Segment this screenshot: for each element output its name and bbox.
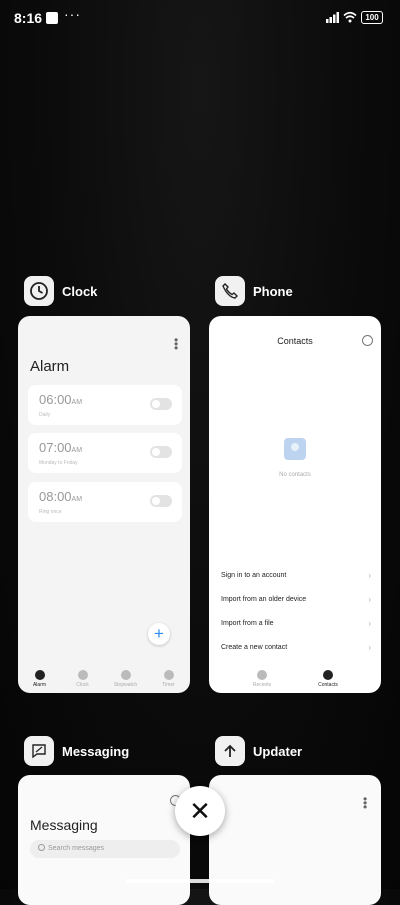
- nav-label: Timer: [162, 682, 175, 688]
- stopwatch-icon: [120, 670, 131, 680]
- import-device-row: Import from an older device ›: [221, 595, 371, 604]
- nav-recents: Recents: [229, 670, 295, 688]
- search-placeholder: Search messages: [48, 845, 105, 852]
- clock-icon: [77, 670, 88, 680]
- phone-app-card[interactable]: Contacts No contacts Sign in to an accou…: [209, 316, 381, 693]
- nav-stopwatch: Stopwatch: [104, 670, 147, 688]
- alarm-toggle: [150, 398, 172, 410]
- chevron-right-icon: ›: [368, 571, 371, 580]
- nav-alarm: Alarm: [18, 670, 61, 688]
- messaging-title: Messaging: [30, 817, 98, 833]
- app-name-updater: Updater: [253, 743, 303, 759]
- contact-placeholder-icon: [284, 438, 306, 460]
- app-name-messaging: Messaging: [62, 743, 130, 759]
- updater-app-icon[interactable]: [215, 736, 245, 766]
- phone-icon: [257, 670, 267, 680]
- battery-icon: 100: [361, 11, 383, 24]
- row-label: Create a new contact: [221, 644, 288, 651]
- close-all-button[interactable]: ✕: [175, 786, 225, 836]
- more-options-icon: • • •: [174, 333, 179, 355]
- settings-icon: [362, 335, 373, 346]
- app-name-phone: Phone: [253, 283, 293, 299]
- nav-clock: Clock: [61, 670, 104, 688]
- sign-in-row: Sign in to an account ›: [221, 571, 371, 580]
- app-header-updater[interactable]: Updater: [215, 736, 302, 766]
- alarm-toggle: [150, 446, 172, 458]
- app-header-phone[interactable]: Phone: [215, 276, 293, 306]
- phone-app-icon[interactable]: [215, 276, 245, 306]
- alarm-item: 08:00AM Ring once: [28, 482, 182, 522]
- row-label: Import from a file: [221, 620, 274, 627]
- messaging-app-icon[interactable]: [24, 736, 54, 766]
- search-messages-field: Search messages: [30, 840, 180, 858]
- chevron-right-icon: ›: [368, 619, 371, 628]
- alarm-toggle: [150, 495, 172, 507]
- timer-icon: [163, 670, 174, 680]
- add-alarm-button: +: [148, 623, 170, 645]
- notification-icon: [46, 12, 58, 24]
- alarm-title: Alarm: [30, 358, 70, 375]
- signal-icon: [326, 12, 339, 23]
- wifi-icon: [343, 11, 357, 23]
- status-time: 8:16: [14, 10, 43, 26]
- chevron-right-icon: ›: [368, 595, 371, 604]
- alarm-time: 08:00: [39, 489, 72, 504]
- nav-label: Recents: [252, 682, 272, 688]
- empty-state-text: No contacts: [279, 472, 311, 478]
- alarm-item: 07:00AM Monday to Friday: [28, 433, 182, 473]
- alarm-ampm: AM: [71, 399, 83, 406]
- status-bar: 8:16 ··· 100: [0, 0, 400, 36]
- messaging-app-card[interactable]: Messaging Search messages: [18, 775, 190, 905]
- alarm-item: 06:00AM Daily: [28, 385, 182, 425]
- more-notifications-icon: ···: [64, 6, 81, 22]
- nav-timer: Timer: [147, 670, 190, 688]
- chevron-right-icon: ›: [368, 643, 371, 652]
- contacts-title: Contacts: [277, 336, 313, 346]
- alarm-ampm: AM: [71, 447, 83, 454]
- phone-bottom-nav: Recents Contacts: [209, 670, 381, 688]
- updater-app-card[interactable]: • • •: [209, 775, 381, 905]
- app-header-clock[interactable]: Clock: [24, 276, 97, 306]
- alarm-repeat: Daily: [39, 412, 51, 418]
- app-header-messaging[interactable]: Messaging: [24, 736, 129, 766]
- more-options-icon: • • •: [363, 792, 368, 814]
- alarm-time: 07:00: [39, 440, 72, 455]
- row-label: Sign in to an account: [221, 572, 287, 579]
- alarm-repeat: Monday to Friday: [39, 460, 78, 466]
- row-label: Import from an older device: [221, 596, 307, 603]
- import-file-row: Import from a file ›: [221, 619, 371, 628]
- home-indicator[interactable]: [125, 879, 275, 883]
- nav-label: Stopwatch: [113, 682, 138, 688]
- alarm-ampm: AM: [71, 496, 83, 503]
- nav-label: Clock: [76, 682, 89, 688]
- alarm-repeat: Ring once: [39, 509, 62, 515]
- app-name-clock: Clock: [62, 283, 98, 299]
- nav-label: Contacts: [318, 682, 338, 688]
- alarm-time: 06:00: [39, 392, 72, 407]
- nav-contacts: Contacts: [295, 670, 361, 688]
- clock-bottom-nav: Alarm Clock Stopwatch Timer: [18, 670, 190, 688]
- clock-app-card[interactable]: • • • Alarm 06:00AM Daily 07:00AM Monday t…: [18, 316, 190, 693]
- clock-app-icon[interactable]: [24, 276, 54, 306]
- nav-label: Alarm: [32, 682, 47, 688]
- alarm-icon: [34, 670, 45, 680]
- create-contact-row: Create a new contact ›: [221, 643, 371, 652]
- person-icon: [323, 670, 333, 680]
- search-icon: [38, 844, 45, 851]
